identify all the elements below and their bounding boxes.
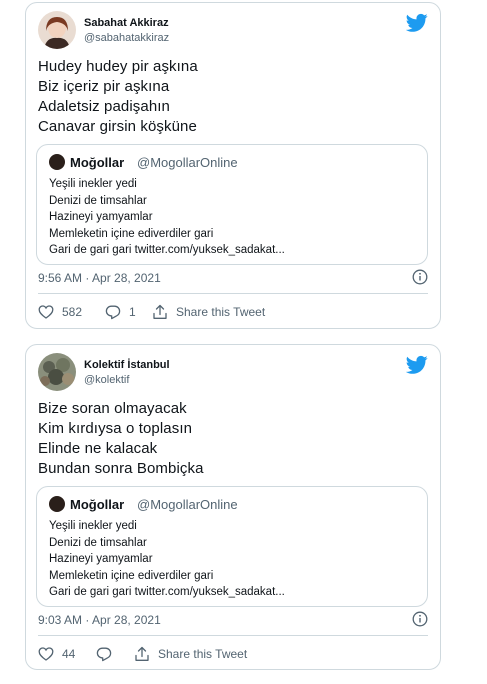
quoted-text-line: Yeşili inekler yedi (49, 178, 137, 190)
tweet-header: Sabahat Akkiraz @sabahatakkiraz (38, 11, 428, 53)
tweet-text: Hudey hudey pir aşkına Biz içeriz pir aş… (38, 57, 428, 137)
tweet-text-line: Canavar girsin köşküne (38, 118, 197, 135)
divider (38, 635, 428, 636)
tweet-text-line: Adaletsiz padişahın (38, 98, 170, 115)
quoted-author-name: Moğollar (70, 155, 125, 170)
tweet-header: Kolektif İstanbul @kolektif (38, 353, 428, 395)
quoted-text-line: Denizi de timsahlar (49, 536, 147, 549)
tweet-text-line: Elinde ne kalacak (38, 440, 158, 457)
share-label: Share this Tweet (176, 305, 266, 319)
twitter-bird-icon[interactable] (406, 355, 428, 375)
reply-count: 1 (129, 305, 136, 319)
quoted-tweet-text: Yeşili inekler yedi Denizi de timsahlar … (49, 176, 417, 259)
share-icon (153, 304, 167, 319)
tweet-text-line: Kim kırdıysa o toplasın (38, 420, 193, 437)
divider (38, 293, 428, 294)
tweet-text-line: Bundan sonra Bombiçka (38, 460, 204, 477)
reply-icon (105, 305, 121, 320)
tweet-text-line: Hudey hudey pir aşkına (38, 58, 198, 75)
quoted-text-line: Denizi de timsahlar (49, 194, 147, 207)
share-button[interactable]: Share this Tweet (152, 302, 282, 322)
info-icon[interactable] (412, 269, 428, 285)
quoted-avatar[interactable] (49, 496, 65, 512)
reply-button[interactable]: 1 (105, 302, 145, 322)
quoted-text-line: Memleketin içine ediverdiler gari (49, 227, 214, 240)
quoted-avatar[interactable] (49, 154, 65, 170)
quoted-text-line: Yeşili inekler yedi (49, 520, 137, 532)
share-button[interactable]: Share this Tweet (134, 644, 264, 664)
info-icon[interactable] (412, 611, 428, 627)
tweet-card[interactable]: Sabahat Akkiraz @sabahatakkiraz Hudey hu… (25, 2, 441, 329)
tweet-text-line: Bize soran olmayacak (38, 400, 187, 417)
quoted-tweet-text: Yeşili inekler yedi Denizi de timsahlar … (49, 518, 417, 601)
author-handle[interactable]: @sabahatakkiraz (84, 32, 169, 44)
twitter-bird-icon[interactable] (406, 13, 428, 33)
quoted-tweet-header: Moğollar @MogollarOnline (49, 496, 417, 514)
quoted-text-line[interactable]: Gari de gari gari twitter.com/yuksek_sad… (49, 242, 417, 259)
quoted-text-line: Hazineyi yamyamlar (49, 553, 153, 565)
like-button[interactable]: 44 (38, 644, 98, 664)
like-button[interactable]: 582 (38, 302, 98, 322)
heart-icon (38, 305, 54, 319)
quoted-author-handle: @MogollarOnline (137, 497, 238, 512)
avatar[interactable] (38, 353, 76, 391)
tweet-actions: 44 Share this Tweet (38, 644, 428, 664)
quoted-text-line: Hazineyi yamyamlar (49, 211, 153, 223)
tweet-text: Bize soran olmayacak Kim kırdıysa o topl… (38, 399, 428, 479)
avatar[interactable] (38, 11, 76, 49)
tweet-text-line: Biz içeriz pir aşkına (38, 78, 170, 95)
quoted-author-name: Moğollar (70, 497, 125, 512)
quoted-tweet[interactable]: Moğollar @MogollarOnline Yeşili inekler … (36, 144, 428, 265)
tweet-card[interactable]: Kolektif İstanbul @kolektif Bize soran o… (25, 344, 441, 670)
heart-icon (38, 647, 54, 661)
quoted-tweet[interactable]: Moğollar @MogollarOnline Yeşili inekler … (36, 486, 428, 607)
tweet-timestamp[interactable]: 9:03 AM · Apr 28, 2021 (38, 613, 161, 627)
reply-button[interactable] (96, 644, 136, 664)
share-label: Share this Tweet (158, 647, 248, 661)
quoted-tweet-header: Moğollar @MogollarOnline (49, 154, 417, 172)
like-count: 582 (62, 305, 83, 319)
author-name[interactable]: Kolektif İstanbul (84, 359, 170, 371)
quoted-text-line[interactable]: Gari de gari gari twitter.com/yuksek_sad… (49, 584, 417, 601)
quoted-author-handle: @MogollarOnline (137, 155, 238, 170)
like-count: 44 (62, 647, 76, 661)
tweet-actions: 582 1 Share this Tweet (38, 302, 428, 322)
quoted-text-line: Memleketin içine ediverdiler gari (49, 569, 214, 582)
reply-icon (96, 647, 112, 662)
author-handle[interactable]: @kolektif (84, 374, 129, 386)
author-name[interactable]: Sabahat Akkiraz (84, 17, 169, 29)
share-icon (135, 646, 149, 661)
tweet-timestamp[interactable]: 9:56 AM · Apr 28, 2021 (38, 271, 161, 285)
